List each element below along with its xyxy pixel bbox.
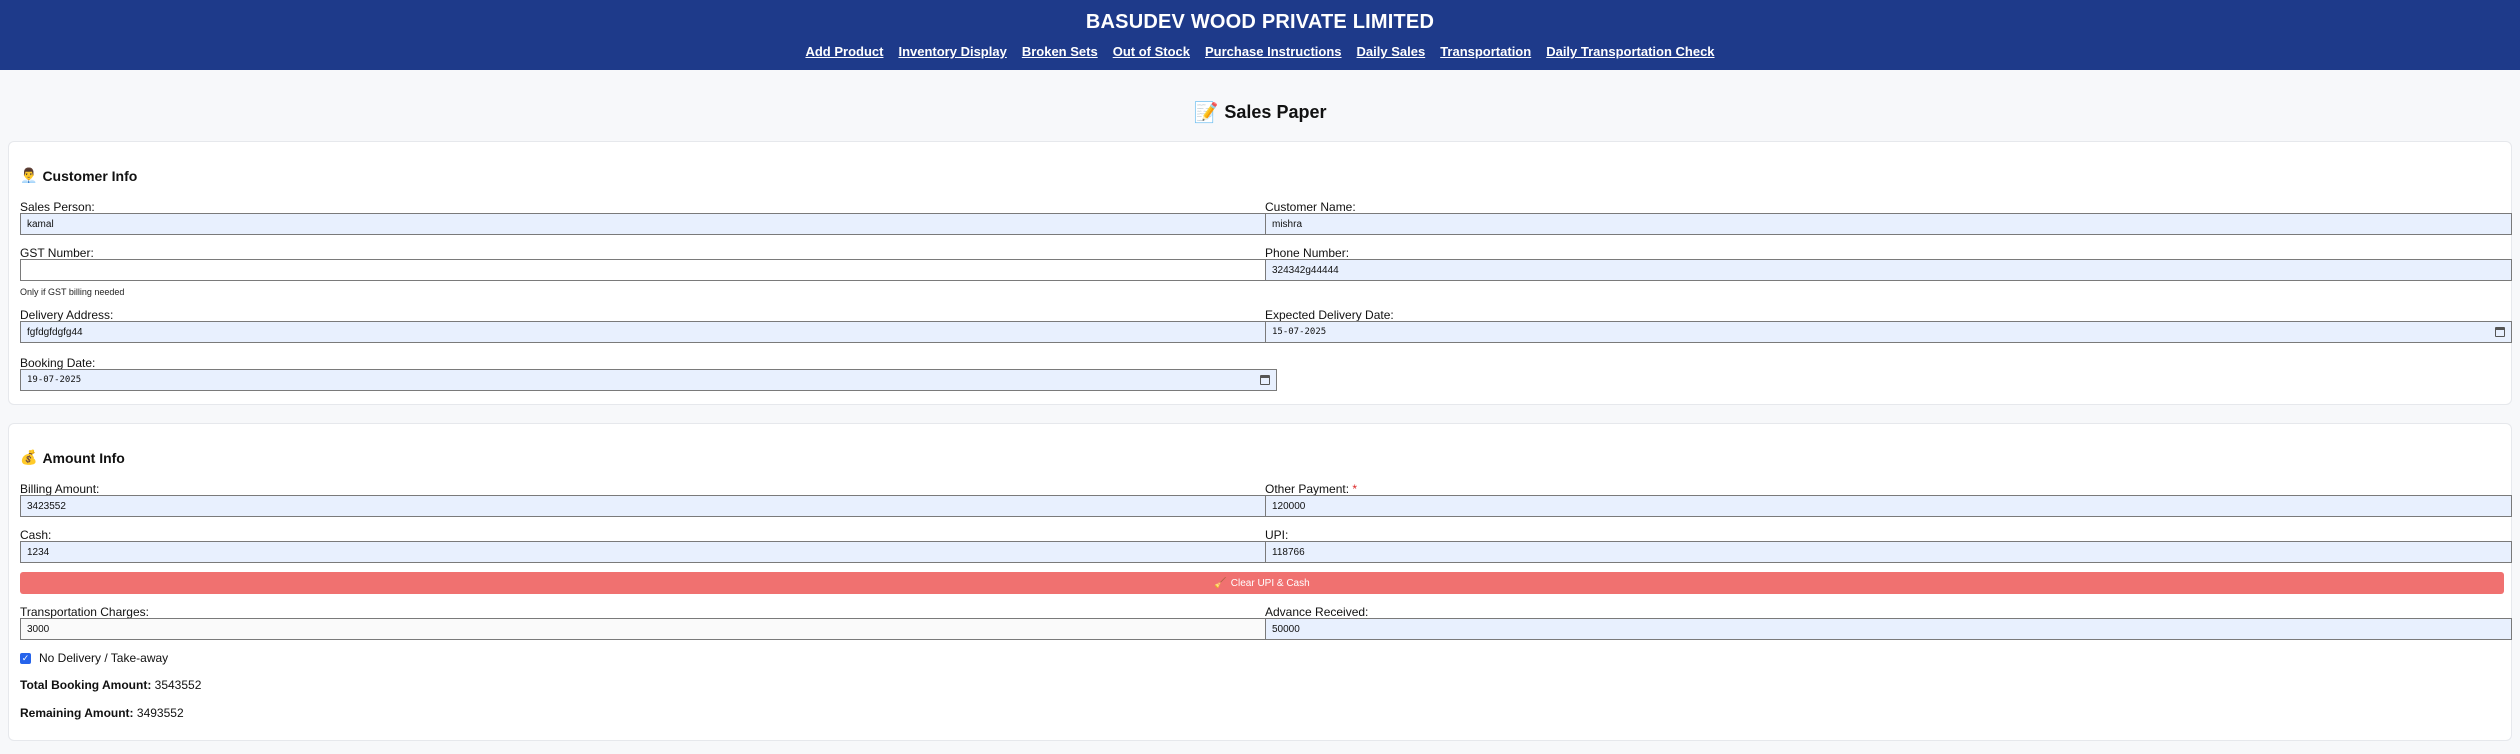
other-payment-input[interactable]: 120000 (1265, 495, 2512, 517)
cash-label: Cash: (20, 528, 52, 542)
gst-number-label: GST Number: (20, 246, 94, 260)
advance-received-label: Advance Received: (1265, 605, 1369, 619)
transportation-charges-input[interactable]: 3000 (20, 618, 1273, 640)
customer-name-label: Customer Name: (1265, 200, 1356, 214)
customer-name-input[interactable]: mishra (1265, 213, 2512, 235)
no-delivery-label: No Delivery / Take-away (39, 651, 169, 665)
calendar-icon[interactable] (2495, 327, 2505, 337)
customer-info-heading: 👨‍💼 Customer Info (20, 167, 137, 184)
clear-upi-cash-label: Clear UPI & Cash (1230, 577, 1310, 589)
nav-out-of-stock[interactable]: Out of Stock (1113, 44, 1190, 59)
transportation-charges-label: Transportation Charges: (20, 605, 149, 619)
delivery-address-label: Delivery Address: (20, 308, 114, 322)
person-icon: 👨‍💼 (20, 167, 38, 183)
cash-input[interactable]: 1234 (20, 541, 1273, 563)
sales-person-input[interactable]: kamal (20, 213, 1273, 235)
nav-daily-transportation-check[interactable]: Daily Transportation Check (1546, 44, 1714, 59)
customer-info-card: 👨‍💼 Customer Info Sales Person: kamal Cu… (8, 141, 2512, 405)
gst-number-input[interactable] (20, 259, 1273, 281)
billing-amount-label: Billing Amount: (20, 482, 100, 496)
nav-inventory-display[interactable]: Inventory Display (898, 44, 1006, 59)
other-payment-label-text: Other Payment: (1265, 482, 1350, 496)
expected-delivery-date-value: 15-07-2025 (1272, 327, 1327, 337)
required-marker: * (1352, 482, 1358, 496)
delivery-address-input[interactable]: fgfdgfdgfg44 (20, 321, 1273, 343)
page-title-text: Sales Paper (1224, 102, 1327, 122)
billing-amount-input[interactable]: 3423552 (20, 495, 1273, 517)
amount-info-card: 💰 Amount Info Billing Amount: 3423552 Ot… (8, 423, 2512, 741)
expected-delivery-date-input[interactable]: 15-07-2025 (1265, 321, 2512, 343)
remaining-amount-label: Remaining Amount: (20, 706, 134, 720)
advance-received-input[interactable]: 50000 (1265, 618, 2512, 640)
remaining-amount: Remaining Amount: 3493552 (20, 706, 184, 720)
upi-label: UPI: (1265, 528, 1289, 542)
nav-broken-sets[interactable]: Broken Sets (1022, 44, 1098, 59)
nav-daily-sales[interactable]: Daily Sales (1357, 44, 1426, 59)
phone-number-input[interactable]: 324342g44444 (1265, 259, 2512, 281)
clear-upi-cash-button[interactable]: 🧹 Clear UPI & Cash (20, 572, 2504, 594)
customer-info-heading-text: Customer Info (42, 167, 138, 184)
company-title: BASUDEV WOOD PRIVATE LIMITED (1085, 11, 1435, 33)
nav-purchase-instructions[interactable]: Purchase Instructions (1205, 44, 1342, 59)
remaining-amount-value: 3493552 (136, 706, 184, 720)
amount-info-heading-text: Amount Info (42, 449, 125, 466)
booking-date-value: 19-07-2025 (27, 375, 82, 385)
nav-transportation[interactable]: Transportation (1440, 44, 1531, 59)
total-booking-amount-value: 3543552 (154, 678, 202, 692)
phone-number-label: Phone Number: (1265, 246, 1350, 260)
upi-input[interactable]: 118766 (1265, 541, 2512, 563)
money-bag-icon: 💰 (20, 449, 38, 465)
broom-icon: 🧹 (1214, 577, 1227, 589)
memo-icon: 📝 (1193, 102, 1219, 124)
calendar-icon[interactable] (1260, 375, 1270, 385)
sales-person-label: Sales Person: (20, 200, 95, 214)
amount-info-heading: 💰 Amount Info (20, 449, 125, 466)
expected-delivery-date-label: Expected Delivery Date: (1265, 308, 1394, 322)
checkbox-checked[interactable]: ✓ (20, 652, 31, 664)
page-title: 📝 Sales Paper (0, 100, 2520, 125)
booking-date-label: Booking Date: (20, 356, 96, 370)
total-booking-amount-label: Total Booking Amount: (20, 678, 152, 692)
top-header: BASUDEV WOOD PRIVATE LIMITED Add Product… (0, 0, 2520, 70)
total-booking-amount: Total Booking Amount: 3543552 (20, 678, 201, 692)
other-payment-label: Other Payment: * (1265, 482, 1357, 496)
gst-hint: Only if GST billing needed (20, 287, 125, 297)
booking-date-input[interactable]: 19-07-2025 (20, 369, 1277, 391)
no-delivery-checkbox-row[interactable]: ✓ No Delivery / Take-away (20, 651, 168, 665)
main-nav: Add Product Inventory Display Broken Set… (0, 44, 2520, 59)
nav-add-product[interactable]: Add Product (805, 44, 883, 59)
